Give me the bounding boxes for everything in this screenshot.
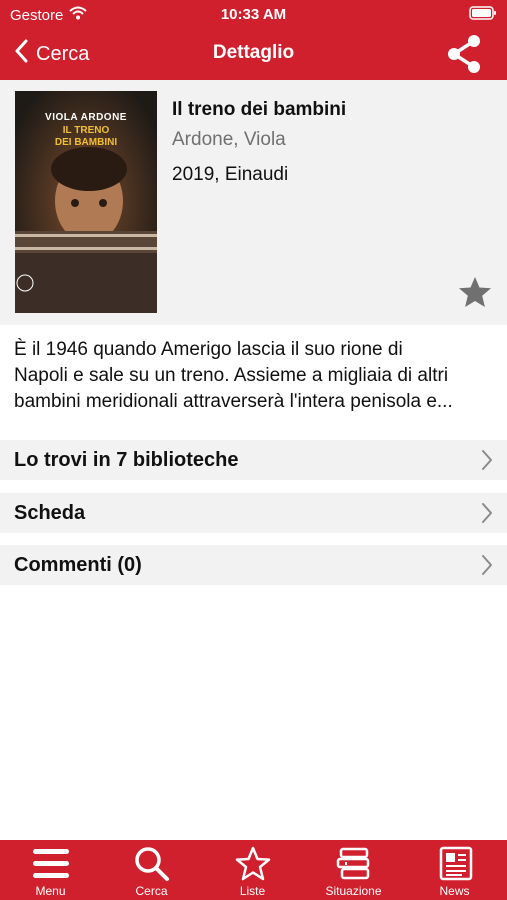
comments-label: Commenti (0) xyxy=(14,554,142,576)
cover-title-line-2: DEI BAMBINI xyxy=(54,137,118,148)
status-bar: Gestore 10:33 AM xyxy=(0,0,507,30)
tab-lists-label: Liste xyxy=(239,884,266,898)
header: Gestore 10:33 AM Cerca Dettaglio xyxy=(0,0,507,80)
cover-title-line-1: IL TRENO xyxy=(62,125,110,136)
libraries-row[interactable]: Lo trovi in 7 biblioteche xyxy=(0,440,507,480)
tab-search[interactable]: Cerca xyxy=(101,840,202,900)
book-title: Il treno dei bambini xyxy=(172,99,347,120)
tab-bar: Menu Cerca Liste Situazione News xyxy=(0,840,507,900)
chevron-right-icon xyxy=(481,554,493,581)
description-line: bambini meridionali attraverserà l'inter… xyxy=(14,391,453,412)
battery-icon xyxy=(469,6,497,24)
cover-title: IL TRENO DEI BAMBINI xyxy=(15,125,157,149)
book-info: Il treno dei bambini Ardone, Viola 2019,… xyxy=(172,98,492,187)
nav-bar: Cerca Dettaglio xyxy=(0,30,507,78)
status-time: 10:33 AM xyxy=(220,6,287,23)
cover-author: VIOLA ARDONE xyxy=(45,112,127,123)
tab-news-label: News xyxy=(439,884,470,898)
tab-lists[interactable]: Liste xyxy=(202,840,303,900)
description-line: È il 1946 quando Amerigo lascia il suo r… xyxy=(14,339,403,360)
favorite-button[interactable] xyxy=(458,276,492,313)
book-publication: 2019, Einaudi xyxy=(172,164,289,185)
tab-status-label: Situazione xyxy=(325,884,382,898)
star-icon xyxy=(458,277,492,312)
libraries-label: Lo trovi in 7 biblioteche xyxy=(14,449,239,471)
description-line: Napoli e sale su un treno. Assieme a mig… xyxy=(14,365,449,386)
book-author: Ardone, Viola xyxy=(172,129,286,150)
tab-news[interactable]: News xyxy=(404,840,505,900)
card-row[interactable]: Scheda xyxy=(0,493,507,533)
tab-status[interactable]: Situazione xyxy=(303,840,404,900)
comments-row[interactable]: Commenti (0) xyxy=(0,545,507,585)
share-button[interactable] xyxy=(445,33,483,80)
chevron-right-icon xyxy=(481,449,493,476)
share-icon xyxy=(445,35,483,79)
card-label: Scheda xyxy=(14,502,86,524)
book-cover: VIOLA ARDONE IL TRENO DEI BAMBINI xyxy=(15,91,157,313)
book-header: VIOLA ARDONE IL TRENO DEI BAMBINI Il tre… xyxy=(0,80,507,325)
tab-menu[interactable]: Menu xyxy=(0,840,101,900)
back-button[interactable]: Cerca xyxy=(14,39,89,69)
tab-menu-label: Menu xyxy=(35,884,66,898)
back-label: Cerca xyxy=(36,42,90,65)
chevron-left-icon xyxy=(14,39,28,69)
chevron-right-icon xyxy=(481,502,493,529)
book-description: È il 1946 quando Amerigo lascia il suo r… xyxy=(14,337,498,415)
tab-search-label: Cerca xyxy=(135,884,168,898)
